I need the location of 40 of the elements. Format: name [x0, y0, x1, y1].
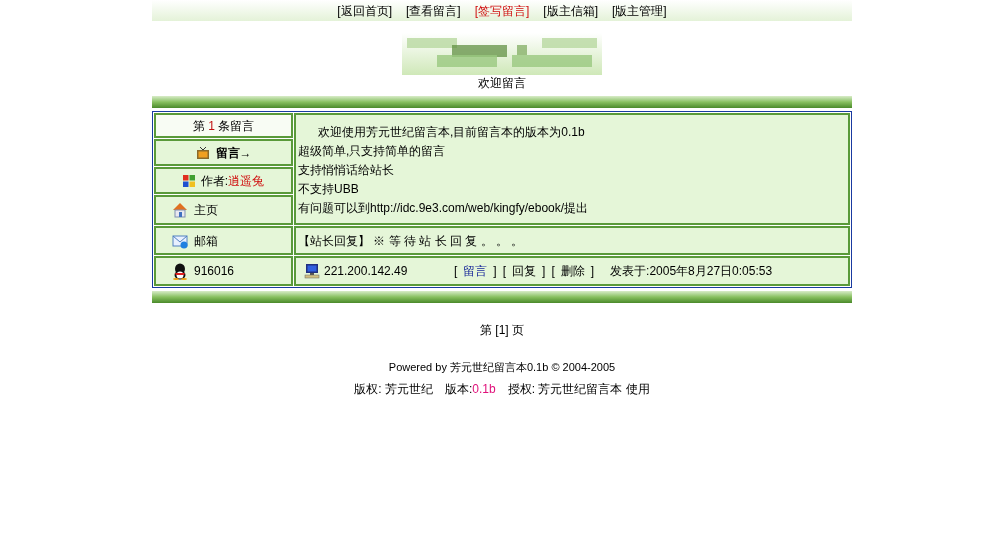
bracket: ] [493, 263, 497, 280]
nav-link[interactable]: [版主信箱] [543, 1, 598, 20]
version: 版本:0.1b [444, 380, 496, 398]
message-line: 支持悄悄话给站长 [298, 162, 394, 179]
action-link[interactable]: 回复 [512, 262, 537, 280]
action-link[interactable]: 留言 [463, 262, 488, 280]
author-label: 作者:逍遥兔 [200, 172, 265, 190]
nav-link[interactable]: [签写留言] [474, 1, 530, 20]
penguin-icon [172, 262, 188, 280]
qq-number: 916016 [194, 263, 235, 280]
license: 授权: 芳元世纪留言本 使用 [507, 380, 650, 398]
banner-caption: 欢迎留言 [478, 76, 526, 90]
bracket: ] [590, 263, 595, 280]
action-link[interactable]: 删除 [560, 262, 585, 280]
copyright: 版权: 芳元世纪 [354, 380, 433, 398]
bracket: [ [454, 263, 458, 280]
bracket: ] [542, 263, 546, 280]
email-link[interactable]: 邮箱 [194, 231, 218, 250]
bracket: [ [502, 263, 507, 280]
admin-reply: 【站长回复】 ※ 等 待 站 长 回 复 。 。 。 [298, 232, 524, 250]
homepage-link[interactable]: 主页 [194, 201, 218, 219]
computer-icon [304, 263, 320, 279]
message-line: 欢迎使用芳元世纪留言本,目前留言本的版本为0.1b [317, 124, 585, 141]
message-line: 超级简单,只支持简单的留言 [298, 143, 446, 160]
four-squares-icon [182, 174, 195, 187]
powered-by: Powered by 芳元世纪留言本0.1b © 2004-2005 [388, 360, 616, 375]
page-indicator: 第 [1] 页 [480, 322, 524, 339]
house-icon [172, 202, 188, 218]
ip-address: 221.200.142.49 [324, 263, 409, 280]
posted-time: 发表于:2005年8月27日0:05:53 [610, 263, 773, 280]
message-index: 第 1 条留言 [192, 117, 255, 135]
nav-link[interactable]: [版主管理] [612, 1, 667, 20]
bracket: [ [551, 263, 555, 280]
message-line: 有问题可以到http://idc.9e3.com/web/kingfy/ebook/提出 [298, 200, 589, 217]
message-label: 留言→ [215, 144, 252, 162]
nav-link[interactable]: [查看留言] [406, 1, 461, 20]
envelope-icon [172, 232, 188, 249]
tv-icon [195, 145, 210, 160]
nav-link[interactable]: [返回首页] [337, 1, 392, 20]
message-line: 不支持UBB [298, 181, 359, 198]
